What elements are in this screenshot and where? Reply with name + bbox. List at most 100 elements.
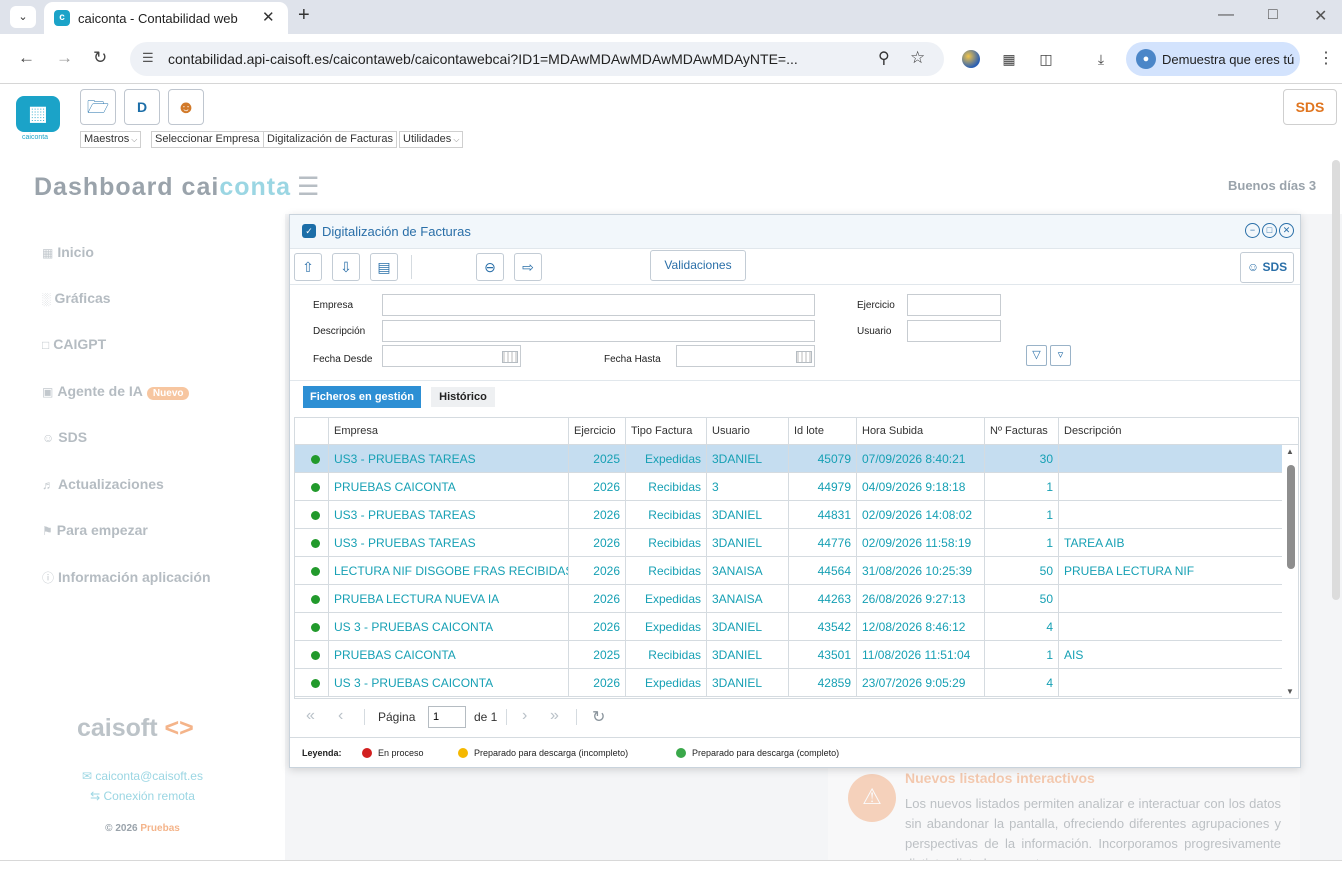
validaciones-button[interactable]: Validaciones	[650, 250, 746, 281]
sidebar-item-agente-ia[interactable]: ▣ Agente de IA Nuevo	[42, 383, 190, 400]
column-header-id-lote[interactable]: Id lote	[788, 418, 856, 445]
scroll-up-icon[interactable]: ▲	[1286, 447, 1294, 456]
remote-connection-link[interactable]: ⇆ Conexión remota	[0, 789, 285, 803]
column-header-usuario[interactable]: Usuario	[706, 418, 788, 445]
info-icon: ⓘ	[42, 571, 55, 585]
sds-button[interactable]: ☺ SDS	[1240, 252, 1294, 283]
cell-ejercicio: 2026	[568, 473, 625, 501]
caiconta-logo-icon[interactable]: ▦	[16, 96, 60, 132]
sds-top-button[interactable]: SDS	[1283, 89, 1337, 125]
support-email[interactable]: ✉ caiconta@caisoft.es	[0, 769, 285, 783]
fecha-desde-input[interactable]	[382, 345, 521, 367]
exit-button[interactable]: ⇨	[514, 253, 542, 281]
table-row[interactable]: US 3 - PRUEBAS CAICONTA 2026 Expedidas 3DAN…	[295, 669, 1282, 697]
column-header-descripcion[interactable]: Descripción	[1058, 418, 1298, 445]
filter-button[interactable]: ▽	[1026, 345, 1047, 366]
digit-icon[interactable]: D	[124, 89, 160, 125]
prev-page-icon[interactable]: ‹	[338, 707, 343, 725]
menu-seleccionar-empresa[interactable]: Seleccionar Empresa	[151, 131, 264, 148]
table-row[interactable]: US 3 - PRUEBAS CAICONTA 2026 Expedidas 3DAN…	[295, 613, 1282, 641]
calendar-icon[interactable]	[502, 351, 518, 363]
sidebar-item-inicio[interactable]: ▦ Inicio	[42, 244, 94, 260]
new-tab-icon[interactable]: +	[298, 4, 310, 27]
remove-button[interactable]: ⊖	[476, 253, 504, 281]
browser-tab[interactable]: c caiconta - Contabilidad web ✕	[44, 2, 288, 34]
sidebar-item-para-empezar[interactable]: ⚑ Para empezar	[42, 522, 148, 538]
qr-code-icon[interactable]: ▦	[1000, 50, 1018, 68]
grid-scrollbar[interactable]: ▲ ▼	[1283, 445, 1298, 698]
page-number-input[interactable]	[428, 706, 466, 728]
profile-button[interactable]: ● Demuestra que eres tú	[1126, 42, 1300, 76]
upload-button[interactable]: ⇧	[294, 253, 322, 281]
table-row[interactable]: US3 - PRUEBAS TAREAS 2026 Recibidas 3DANIEL…	[295, 529, 1282, 557]
column-header-empresa[interactable]: Empresa	[328, 418, 568, 445]
usuario-input[interactable]	[907, 320, 1001, 342]
scroll-thumb[interactable]	[1287, 465, 1295, 569]
bookmark-star-icon[interactable]: ☆	[910, 48, 925, 68]
tab-historico[interactable]: Histórico	[431, 387, 495, 407]
assistant-avatar-icon[interactable]: ☻	[168, 89, 204, 125]
maximize-icon[interactable]: □	[1268, 6, 1278, 24]
window-close-icon[interactable]: ✕	[1314, 6, 1327, 26]
download-button[interactable]: ⇩	[332, 253, 360, 281]
cell-tipo: Recibidas	[625, 641, 706, 669]
pager-divider	[364, 709, 365, 725]
folder-icon[interactable]: 🗁	[80, 89, 116, 125]
table-row[interactable]: US3 - PRUEBAS TAREAS 2026 Recibidas 3DANIEL…	[295, 501, 1282, 529]
descripcion-input[interactable]	[382, 320, 815, 342]
menu-utilidades[interactable]: Utilidades ⌵	[399, 131, 464, 148]
tab-ficheros-en-gestion[interactable]: Ficheros en gestión	[303, 386, 421, 408]
hamburger-icon[interactable]: ☰	[297, 173, 320, 201]
first-page-icon[interactable]: «	[306, 707, 315, 725]
download-icon[interactable]: ⤓	[1092, 50, 1110, 68]
next-page-icon[interactable]: ›	[522, 707, 527, 725]
sidebar-item-actualizaciones[interactable]: ♬ Actualizaciones	[42, 476, 164, 492]
window-minimize-icon[interactable]: −	[1245, 223, 1260, 238]
page-scrollbar[interactable]	[1332, 160, 1340, 600]
table-row[interactable]: LECTURA NIF DISGOBE FRAS RECIBIDAS 2026 Re…	[295, 557, 1282, 585]
empresa-input[interactable]	[382, 294, 815, 316]
sidebar-item-sds[interactable]: ☺ SDS	[42, 429, 87, 445]
sidebar-item-caigpt[interactable]: □ CAIGPT	[42, 336, 106, 352]
zoom-icon[interactable]: ⚲	[878, 48, 890, 68]
site-info-icon[interactable]: ☰	[142, 50, 154, 66]
dashboard-title: Dashboard caiconta ☰	[34, 173, 321, 201]
caiconta-favicon-icon: c	[54, 10, 70, 26]
column-header-hora-subida[interactable]: Hora Subida	[856, 418, 984, 445]
extension-globe-icon[interactable]	[962, 50, 980, 68]
forward-icon[interactable]: →	[56, 48, 73, 68]
table-row[interactable]: PRUEBAS CAICONTA 2026 Recibidas 3 44979 04/09…	[295, 473, 1282, 501]
column-header-tipo-factura[interactable]: Tipo Factura	[625, 418, 706, 445]
table-row[interactable]: US3 - PRUEBAS TAREAS 2025 Expedidas 3DANIEL…	[295, 445, 1282, 473]
fecha-hasta-input[interactable]	[676, 345, 815, 367]
tab-search-button[interactable]: ⌄	[10, 6, 36, 28]
scroll-down-icon[interactable]: ▼	[1286, 687, 1294, 696]
menu-maestros[interactable]: Maestros ⌵	[80, 131, 142, 148]
back-icon[interactable]: ←	[18, 48, 35, 68]
reload-icon[interactable]: ↻	[93, 48, 107, 68]
window-restore-icon[interactable]: □	[1262, 223, 1277, 238]
tab-close-icon[interactable]: ✕	[262, 8, 275, 26]
browser-menu-icon[interactable]: ⋮	[1318, 48, 1334, 68]
menu-digitalizacion-facturas[interactable]: Digitalización de Facturas	[263, 131, 397, 148]
sidebar-item-informacion[interactable]: ⓘ Información aplicación	[42, 569, 211, 586]
window-close-icon[interactable]: ✕	[1279, 223, 1294, 238]
refresh-icon[interactable]: ↻	[592, 707, 605, 727]
last-page-icon[interactable]: »	[550, 707, 559, 725]
sidebar-item-graficas[interactable]: ░ Gráficas	[42, 290, 111, 306]
extensions-puzzle-icon[interactable]: ◫	[1037, 50, 1055, 68]
cell-lote: 45079	[788, 445, 856, 473]
column-header-n-facturas[interactable]: Nº Facturas	[984, 418, 1058, 445]
url-text[interactable]: contabilidad.api-caisoft.es/caicontaweb/…	[168, 51, 798, 67]
table-row[interactable]: PRUEBA LECTURA NUEVA IA 2026 Expedidas 3ANA…	[295, 585, 1282, 613]
table-row[interactable]: PRUEBAS CAICONTA 2025 Recibidas 3DANIEL 4350…	[295, 641, 1282, 669]
chevron-down-icon: ⌵	[131, 135, 138, 144]
calendar-icon[interactable]	[796, 351, 812, 363]
cell-nfact: 50	[984, 585, 1058, 613]
clear-filter-button[interactable]: ▿	[1050, 345, 1071, 366]
database-button[interactable]: ▤	[370, 253, 398, 281]
minimize-icon[interactable]: —	[1218, 6, 1234, 24]
column-header-ejercicio[interactable]: Ejercicio	[568, 418, 625, 445]
url-omnibox[interactable]: ☰ contabilidad.api-caisoft.es/caicontawe…	[130, 42, 944, 76]
ejercicio-input[interactable]	[907, 294, 1001, 316]
